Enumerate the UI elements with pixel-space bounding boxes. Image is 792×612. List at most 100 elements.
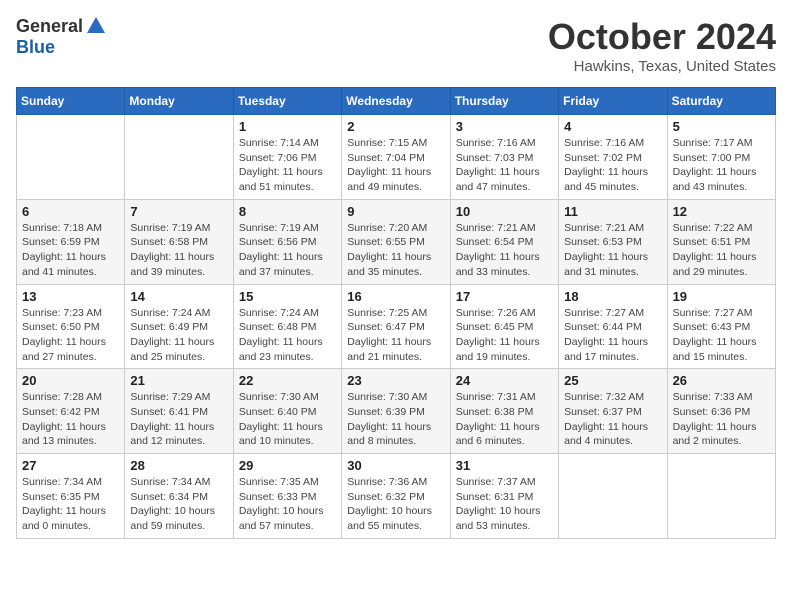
day-number: 11 xyxy=(564,204,661,219)
day-detail: Sunrise: 7:19 AM Sunset: 6:58 PM Dayligh… xyxy=(130,221,227,280)
calendar-cell xyxy=(559,454,667,539)
calendar-cell: 4 Sunrise: 7:16 AM Sunset: 7:02 PM Daylig… xyxy=(559,115,667,200)
logo-general-text: General xyxy=(16,16,83,37)
calendar-cell: 10 Sunrise: 7:21 AM Sunset: 6:54 PM Dayli… xyxy=(450,199,558,284)
day-detail: Sunrise: 7:23 AM Sunset: 6:50 PM Dayligh… xyxy=(22,306,119,365)
calendar-cell: 2 Sunrise: 7:15 AM Sunset: 7:04 PM Daylig… xyxy=(342,115,450,200)
day-number: 9 xyxy=(347,204,444,219)
header-friday: Friday xyxy=(559,88,667,115)
calendar-week-row: 13 Sunrise: 7:23 AM Sunset: 6:50 PM Dayli… xyxy=(17,284,776,369)
calendar-cell: 31 Sunrise: 7:37 AM Sunset: 6:31 PM Dayli… xyxy=(450,454,558,539)
day-detail: Sunrise: 7:27 AM Sunset: 6:43 PM Dayligh… xyxy=(673,306,770,365)
calendar-cell: 11Sunrise: 7:21 AM Sunset: 6:53 PM Dayli… xyxy=(559,199,667,284)
day-number: 19 xyxy=(673,289,770,304)
day-detail: Sunrise: 7:35 AM Sunset: 6:33 PM Dayligh… xyxy=(239,475,336,534)
day-number: 4 xyxy=(564,119,661,134)
day-number: 26 xyxy=(673,373,770,388)
day-detail: Sunrise: 7:14 AM Sunset: 7:06 PM Dayligh… xyxy=(239,136,336,195)
calendar-cell: 23 Sunrise: 7:30 AM Sunset: 6:39 PM Dayli… xyxy=(342,369,450,454)
calendar-cell: 21 Sunrise: 7:29 AM Sunset: 6:41 PM Dayli… xyxy=(125,369,233,454)
day-detail: Sunrise: 7:16 AM Sunset: 7:02 PM Dayligh… xyxy=(564,136,661,195)
day-detail: Sunrise: 7:15 AM Sunset: 7:04 PM Dayligh… xyxy=(347,136,444,195)
day-number: 10 xyxy=(456,204,553,219)
calendar-cell: 18 Sunrise: 7:27 AM Sunset: 6:44 PM Dayli… xyxy=(559,284,667,369)
day-number: 12 xyxy=(673,204,770,219)
calendar-cell: 9Sunrise: 7:20 AM Sunset: 6:55 PM Daylig… xyxy=(342,199,450,284)
header-thursday: Thursday xyxy=(450,88,558,115)
calendar-cell: 6 Sunrise: 7:18 AM Sunset: 6:59 PM Daylig… xyxy=(17,199,125,284)
day-detail: Sunrise: 7:18 AM Sunset: 6:59 PM Dayligh… xyxy=(22,221,119,280)
calendar-cell: 20Sunrise: 7:28 AM Sunset: 6:42 PM Dayli… xyxy=(17,369,125,454)
day-detail: Sunrise: 7:24 AM Sunset: 6:49 PM Dayligh… xyxy=(130,306,227,365)
day-number: 5 xyxy=(673,119,770,134)
day-number: 24 xyxy=(456,373,553,388)
logo-blue-text: Blue xyxy=(16,37,55,58)
day-detail: Sunrise: 7:29 AM Sunset: 6:41 PM Dayligh… xyxy=(130,390,227,449)
calendar-cell: 28 Sunrise: 7:34 AM Sunset: 6:34 PM Dayli… xyxy=(125,454,233,539)
calendar-cell: 8Sunrise: 7:19 AM Sunset: 6:56 PM Daylig… xyxy=(233,199,341,284)
day-detail: Sunrise: 7:31 AM Sunset: 6:38 PM Dayligh… xyxy=(456,390,553,449)
calendar-cell: 29 Sunrise: 7:35 AM Sunset: 6:33 PM Dayli… xyxy=(233,454,341,539)
day-detail: Sunrise: 7:32 AM Sunset: 6:37 PM Dayligh… xyxy=(564,390,661,449)
day-detail: Sunrise: 7:30 AM Sunset: 6:40 PM Dayligh… xyxy=(239,390,336,449)
day-detail: Sunrise: 7:28 AM Sunset: 6:42 PM Dayligh… xyxy=(22,390,119,449)
day-number: 14 xyxy=(130,289,227,304)
calendar-cell: 19 Sunrise: 7:27 AM Sunset: 6:43 PM Dayli… xyxy=(667,284,775,369)
page-header: General Blue October 2024 Hawkins, Texas… xyxy=(16,16,776,75)
day-detail: Sunrise: 7:25 AM Sunset: 6:47 PM Dayligh… xyxy=(347,306,444,365)
day-number: 25 xyxy=(564,373,661,388)
logo-icon xyxy=(85,15,107,37)
day-detail: Sunrise: 7:16 AM Sunset: 7:03 PM Dayligh… xyxy=(456,136,553,195)
day-number: 22 xyxy=(239,373,336,388)
day-number: 13 xyxy=(22,289,119,304)
month-title: October 2024 xyxy=(548,16,776,58)
calendar-cell: 14 Sunrise: 7:24 AM Sunset: 6:49 PM Dayli… xyxy=(125,284,233,369)
day-number: 27 xyxy=(22,458,119,473)
calendar-header-row: SundayMondayTuesdayWednesdayThursdayFrid… xyxy=(17,88,776,115)
day-detail: Sunrise: 7:22 AM Sunset: 6:51 PM Dayligh… xyxy=(673,221,770,280)
calendar-cell xyxy=(125,115,233,200)
calendar-cell: 16 Sunrise: 7:25 AM Sunset: 6:47 PM Dayli… xyxy=(342,284,450,369)
day-detail: Sunrise: 7:34 AM Sunset: 6:35 PM Dayligh… xyxy=(22,475,119,534)
day-detail: Sunrise: 7:17 AM Sunset: 7:00 PM Dayligh… xyxy=(673,136,770,195)
day-detail: Sunrise: 7:34 AM Sunset: 6:34 PM Dayligh… xyxy=(130,475,227,534)
calendar-cell: 30Sunrise: 7:36 AM Sunset: 6:32 PM Dayli… xyxy=(342,454,450,539)
day-number: 23 xyxy=(347,373,444,388)
day-detail: Sunrise: 7:27 AM Sunset: 6:44 PM Dayligh… xyxy=(564,306,661,365)
title-section: October 2024 Hawkins, Texas, United Stat… xyxy=(548,16,776,75)
calendar-cell: 13 Sunrise: 7:23 AM Sunset: 6:50 PM Dayli… xyxy=(17,284,125,369)
header-saturday: Saturday xyxy=(667,88,775,115)
day-number: 6 xyxy=(22,204,119,219)
calendar-week-row: 6 Sunrise: 7:18 AM Sunset: 6:59 PM Daylig… xyxy=(17,199,776,284)
calendar-cell xyxy=(667,454,775,539)
day-detail: Sunrise: 7:30 AM Sunset: 6:39 PM Dayligh… xyxy=(347,390,444,449)
day-detail: Sunrise: 7:26 AM Sunset: 6:45 PM Dayligh… xyxy=(456,306,553,365)
day-number: 2 xyxy=(347,119,444,134)
day-number: 7 xyxy=(130,204,227,219)
day-detail: Sunrise: 7:21 AM Sunset: 6:54 PM Dayligh… xyxy=(456,221,553,280)
day-number: 28 xyxy=(130,458,227,473)
day-number: 21 xyxy=(130,373,227,388)
day-detail: Sunrise: 7:37 AM Sunset: 6:31 PM Dayligh… xyxy=(456,475,553,534)
day-number: 15 xyxy=(239,289,336,304)
day-number: 31 xyxy=(456,458,553,473)
calendar-cell: 26 Sunrise: 7:33 AM Sunset: 6:36 PM Dayli… xyxy=(667,369,775,454)
day-detail: Sunrise: 7:19 AM Sunset: 6:56 PM Dayligh… xyxy=(239,221,336,280)
day-number: 29 xyxy=(239,458,336,473)
calendar-cell: 5 Sunrise: 7:17 AM Sunset: 7:00 PM Daylig… xyxy=(667,115,775,200)
day-number: 16 xyxy=(347,289,444,304)
day-detail: Sunrise: 7:36 AM Sunset: 6:32 PM Dayligh… xyxy=(347,475,444,534)
day-number: 18 xyxy=(564,289,661,304)
calendar-cell: 22 Sunrise: 7:30 AM Sunset: 6:40 PM Dayli… xyxy=(233,369,341,454)
day-detail: Sunrise: 7:33 AM Sunset: 6:36 PM Dayligh… xyxy=(673,390,770,449)
calendar-week-row: 20Sunrise: 7:28 AM Sunset: 6:42 PM Dayli… xyxy=(17,369,776,454)
calendar-week-row: 27 Sunrise: 7:34 AM Sunset: 6:35 PM Dayli… xyxy=(17,454,776,539)
calendar-cell: 12 Sunrise: 7:22 AM Sunset: 6:51 PM Dayli… xyxy=(667,199,775,284)
header-tuesday: Tuesday xyxy=(233,88,341,115)
calendar-week-row: 1 Sunrise: 7:14 AM Sunset: 7:06 PM Daylig… xyxy=(17,115,776,200)
day-number: 1 xyxy=(239,119,336,134)
header-monday: Monday xyxy=(125,88,233,115)
calendar-cell: 15Sunrise: 7:24 AM Sunset: 6:48 PM Dayli… xyxy=(233,284,341,369)
calendar-cell: 1 Sunrise: 7:14 AM Sunset: 7:06 PM Daylig… xyxy=(233,115,341,200)
day-number: 17 xyxy=(456,289,553,304)
